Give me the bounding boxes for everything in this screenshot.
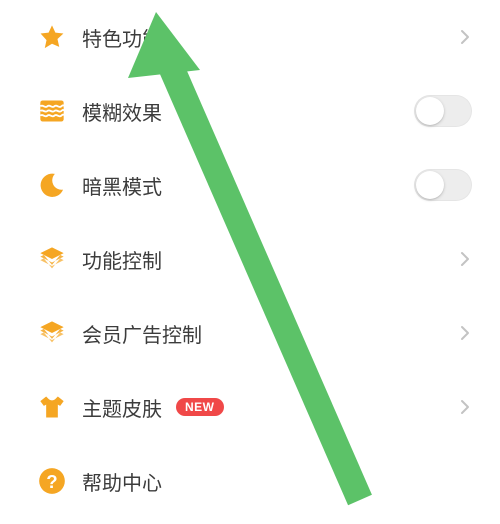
item-label: 帮助中心 [82,467,162,496]
chevron-right-icon [458,322,472,344]
item-features[interactable]: 特色功能 [0,0,500,74]
chevron-right-icon [458,396,472,418]
chevron-right-icon [458,26,472,48]
item-label: 暗黑模式 [82,171,162,200]
item-theme[interactable]: 主题皮肤 NEW [0,370,500,444]
dark-mode-toggle[interactable] [414,169,472,201]
item-label: 模糊效果 [82,97,162,126]
blur-toggle[interactable] [414,95,472,127]
layers-icon [38,245,66,273]
help-icon: ? [38,467,66,495]
layers-icon [38,319,66,347]
item-member-ad-control[interactable]: 会员广告控制 [0,296,500,370]
item-label: 会员广告控制 [82,319,202,348]
moon-icon [38,171,66,199]
settings-list: 特色功能 模糊效果 暗黑模式 [0,0,500,518]
item-label: 功能控制 [82,245,162,274]
shirt-icon [38,393,66,421]
item-label: 特色功能 [82,23,162,52]
item-dark-mode: 暗黑模式 [0,148,500,222]
item-help[interactable]: ? 帮助中心 [0,444,500,518]
item-function-control[interactable]: 功能控制 [0,222,500,296]
waves-icon [38,97,66,125]
item-blur: 模糊效果 [0,74,500,148]
star-icon [38,23,66,51]
item-label: 主题皮肤 [82,393,162,422]
chevron-right-icon [458,248,472,270]
svg-text:?: ? [46,471,57,492]
new-badge: NEW [176,398,224,416]
